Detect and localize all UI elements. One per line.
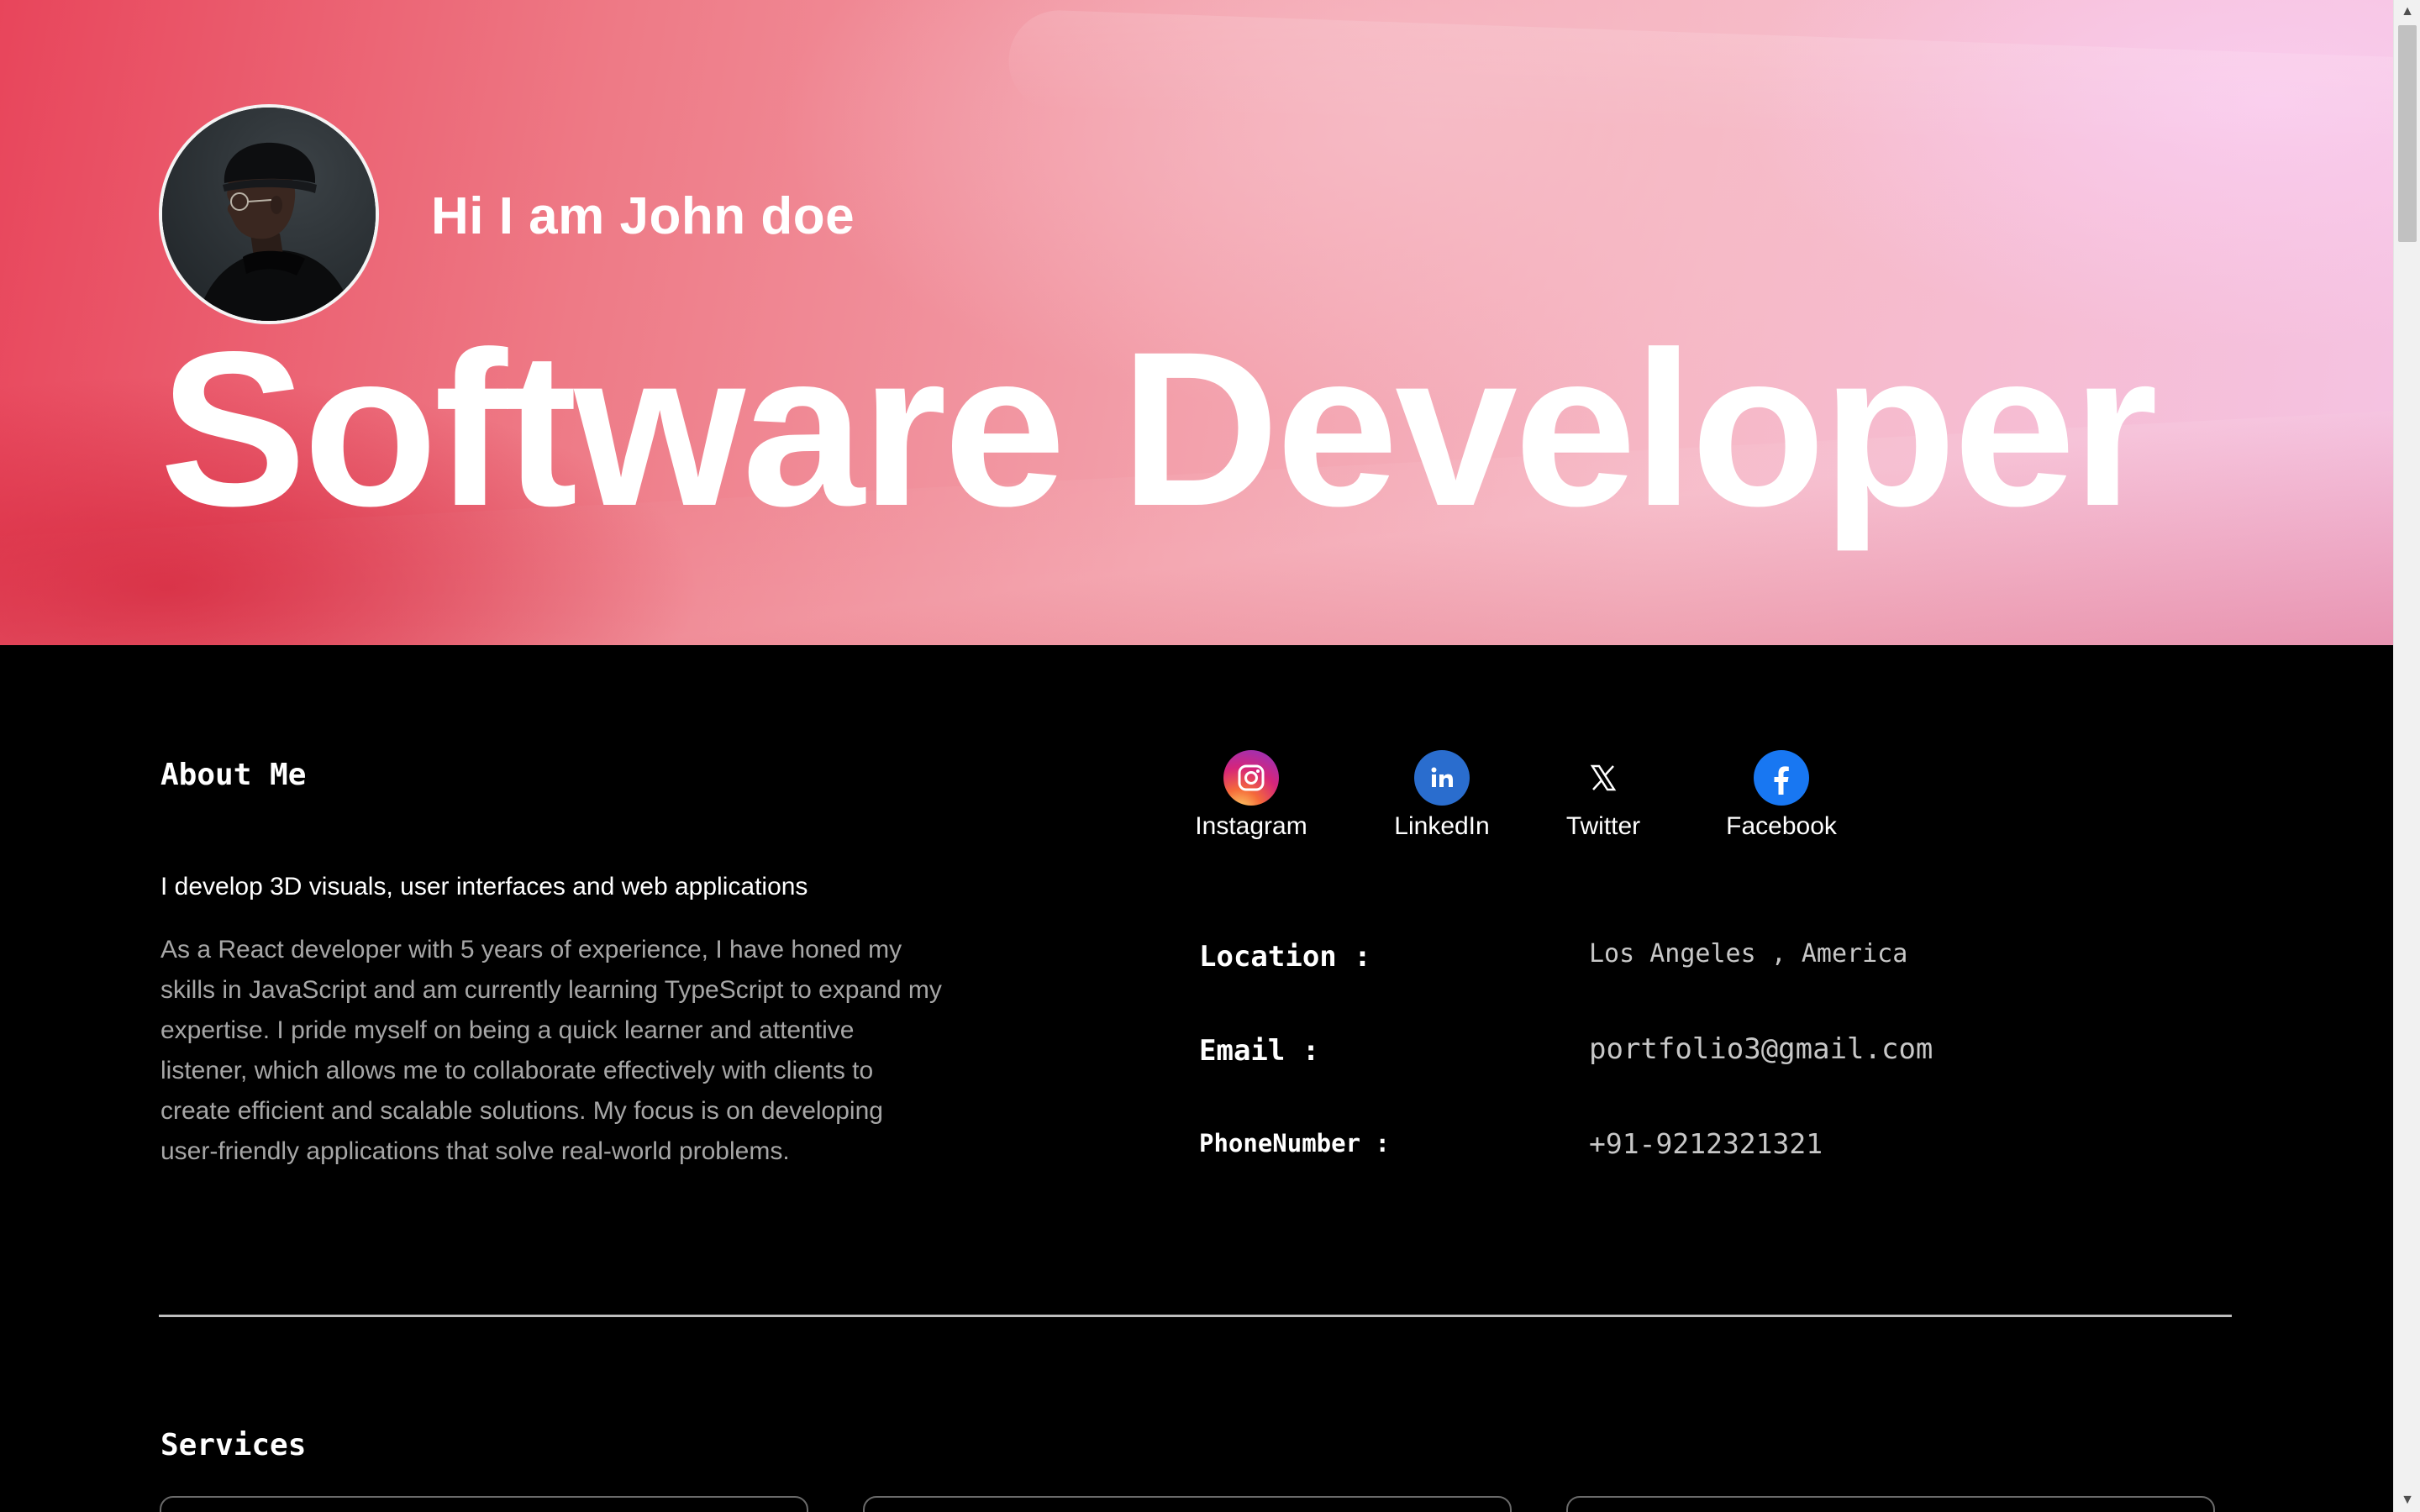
service-card[interactable] [160,1496,808,1512]
service-card[interactable] [863,1496,1512,1512]
avatar-portrait-image [162,108,376,321]
services-section-title: Services [160,1428,307,1462]
social-label: Facebook [1726,812,1837,840]
social-links: Instagram LinkedIn Twitter Facebook [1193,750,1839,841]
email-label: Email : [1199,1034,1320,1068]
vertical-scrollbar[interactable]: ▲ ▼ [2393,0,2420,1512]
scrollbar-thumb[interactable] [2398,25,2417,242]
about-section-title: About Me [160,758,307,792]
avatar [159,104,379,324]
email-value[interactable]: portfolio3@gmail.com [1589,1032,1933,1066]
headline-title: Software Developer [160,306,2158,552]
phone-value[interactable]: +91-9212321321 [1589,1127,1823,1160]
hero-section: Hi I am John doe Software Developer [0,0,2393,645]
linkedin-icon [1414,750,1470,806]
social-link-instagram[interactable]: Instagram [1193,750,1309,841]
social-label: Twitter [1565,812,1641,840]
social-link-twitter[interactable]: Twitter [1563,750,1644,841]
hero-fabric-highlight [1007,8,2393,160]
facebook-icon [1754,750,1809,806]
location-value: Los Angeles , America [1589,939,1908,969]
location-label: Location : [1199,940,1371,974]
social-label: LinkedIn [1394,812,1490,840]
service-card[interactable] [1566,1496,2215,1512]
about-tagline: I develop 3D visuals, user interfaces an… [160,873,808,900]
instagram-icon [1223,750,1279,806]
greeting-text: Hi I am John doe [431,187,855,245]
social-link-linkedin[interactable]: LinkedIn [1392,750,1492,841]
scroll-up-arrow-icon[interactable]: ▲ [2394,0,2420,24]
section-divider [159,1315,2232,1317]
social-label: Instagram [1195,812,1307,840]
page-viewport: Hi I am John doe Software Developer Abou… [0,0,2393,1512]
phone-label: PhoneNumber : [1199,1129,1390,1158]
about-description: As a React developer with 5 years of exp… [160,936,942,1165]
x-twitter-icon [1576,750,1631,806]
scroll-down-arrow-icon[interactable]: ▼ [2394,1488,2420,1512]
social-link-facebook[interactable]: Facebook [1724,750,1839,841]
